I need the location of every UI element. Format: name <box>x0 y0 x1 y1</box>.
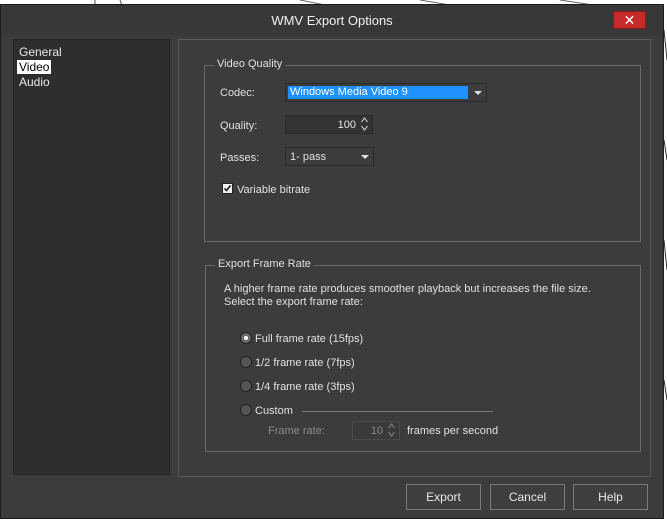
custom-rate-label: Frame rate: <box>268 425 325 437</box>
spin-buttons[interactable] <box>386 423 397 438</box>
full-frame-rate-label[interactable]: Full frame rate (15fps) <box>255 333 363 345</box>
video-quality-group: Video Quality Codec: Windows Media Video… <box>204 58 641 242</box>
chevron-down-icon <box>361 155 369 159</box>
custom-rate-unit: frames per second <box>407 425 499 437</box>
frame-rate-legend: Export Frame Rate <box>215 258 314 270</box>
custom-divider <box>302 411 493 412</box>
custom-rate-stepper[interactable]: 10 <box>352 421 400 440</box>
frame-rate-description: A higher frame rate produces smoother pl… <box>224 283 591 295</box>
variable-bitrate-checkbox[interactable] <box>222 183 233 194</box>
frame-rate-instruction: Select the export frame rate: <box>224 296 363 308</box>
export-frame-rate-group: Export Frame Rate A higher frame rate pr… <box>205 258 641 452</box>
passes-label: Passes: <box>220 152 260 164</box>
quarter-frame-rate-radio[interactable] <box>240 380 252 392</box>
quality-value: 100 <box>337 119 356 131</box>
checkmark-icon <box>223 185 232 192</box>
chevron-down-icon[interactable] <box>388 431 395 437</box>
sidebar-item-video[interactable]: Video <box>17 60 52 74</box>
full-frame-rate-radio[interactable] <box>240 332 252 344</box>
sidebar-item-audio[interactable]: Audio <box>17 75 52 89</box>
chevron-up-icon[interactable] <box>388 423 395 429</box>
cancel-button[interactable]: Cancel <box>490 484 565 510</box>
passes-select[interactable]: 1- pass <box>285 147 374 166</box>
variable-bitrate-label[interactable]: Variable bitrate <box>237 184 310 196</box>
help-button[interactable]: Help <box>573 484 648 510</box>
quarter-frame-rate-label[interactable]: 1/4 frame rate (3fps) <box>255 381 355 393</box>
video-quality-legend: Video Quality <box>214 58 286 70</box>
close-icon: ✕ <box>623 12 636 28</box>
settings-panel: Video Quality Codec: Windows Media Video… <box>178 39 651 477</box>
close-button[interactable]: ✕ <box>613 11 646 29</box>
codec-label: Codec: <box>220 87 255 99</box>
custom-frame-rate-radio[interactable] <box>240 404 252 416</box>
wmv-export-dialog: WMV Export Options ✕ General Video Audio… <box>0 4 664 519</box>
custom-rate-value: 10 <box>370 425 383 437</box>
quality-label: Quality: <box>220 120 258 132</box>
chevron-up-icon[interactable] <box>361 117 368 123</box>
quality-stepper[interactable]: 100 <box>285 115 373 134</box>
spin-buttons[interactable] <box>359 117 370 132</box>
sidebar: General Video Audio <box>13 39 170 475</box>
codec-select[interactable]: Windows Media Video 9 <box>285 83 487 102</box>
window-title: WMV Export Options <box>271 13 393 28</box>
title-bar[interactable]: WMV Export Options ✕ <box>1 5 663 35</box>
export-button[interactable]: Export <box>406 484 481 510</box>
half-frame-rate-label[interactable]: 1/2 frame rate (7fps) <box>255 357 355 369</box>
chevron-down-icon <box>474 91 482 95</box>
codec-value: Windows Media Video 9 <box>288 86 468 99</box>
chevron-down-icon[interactable] <box>361 125 368 131</box>
custom-frame-rate-label[interactable]: Custom <box>255 405 293 417</box>
half-frame-rate-radio[interactable] <box>240 356 252 368</box>
sidebar-item-general[interactable]: General <box>17 45 64 59</box>
passes-value: 1- pass <box>290 151 327 163</box>
